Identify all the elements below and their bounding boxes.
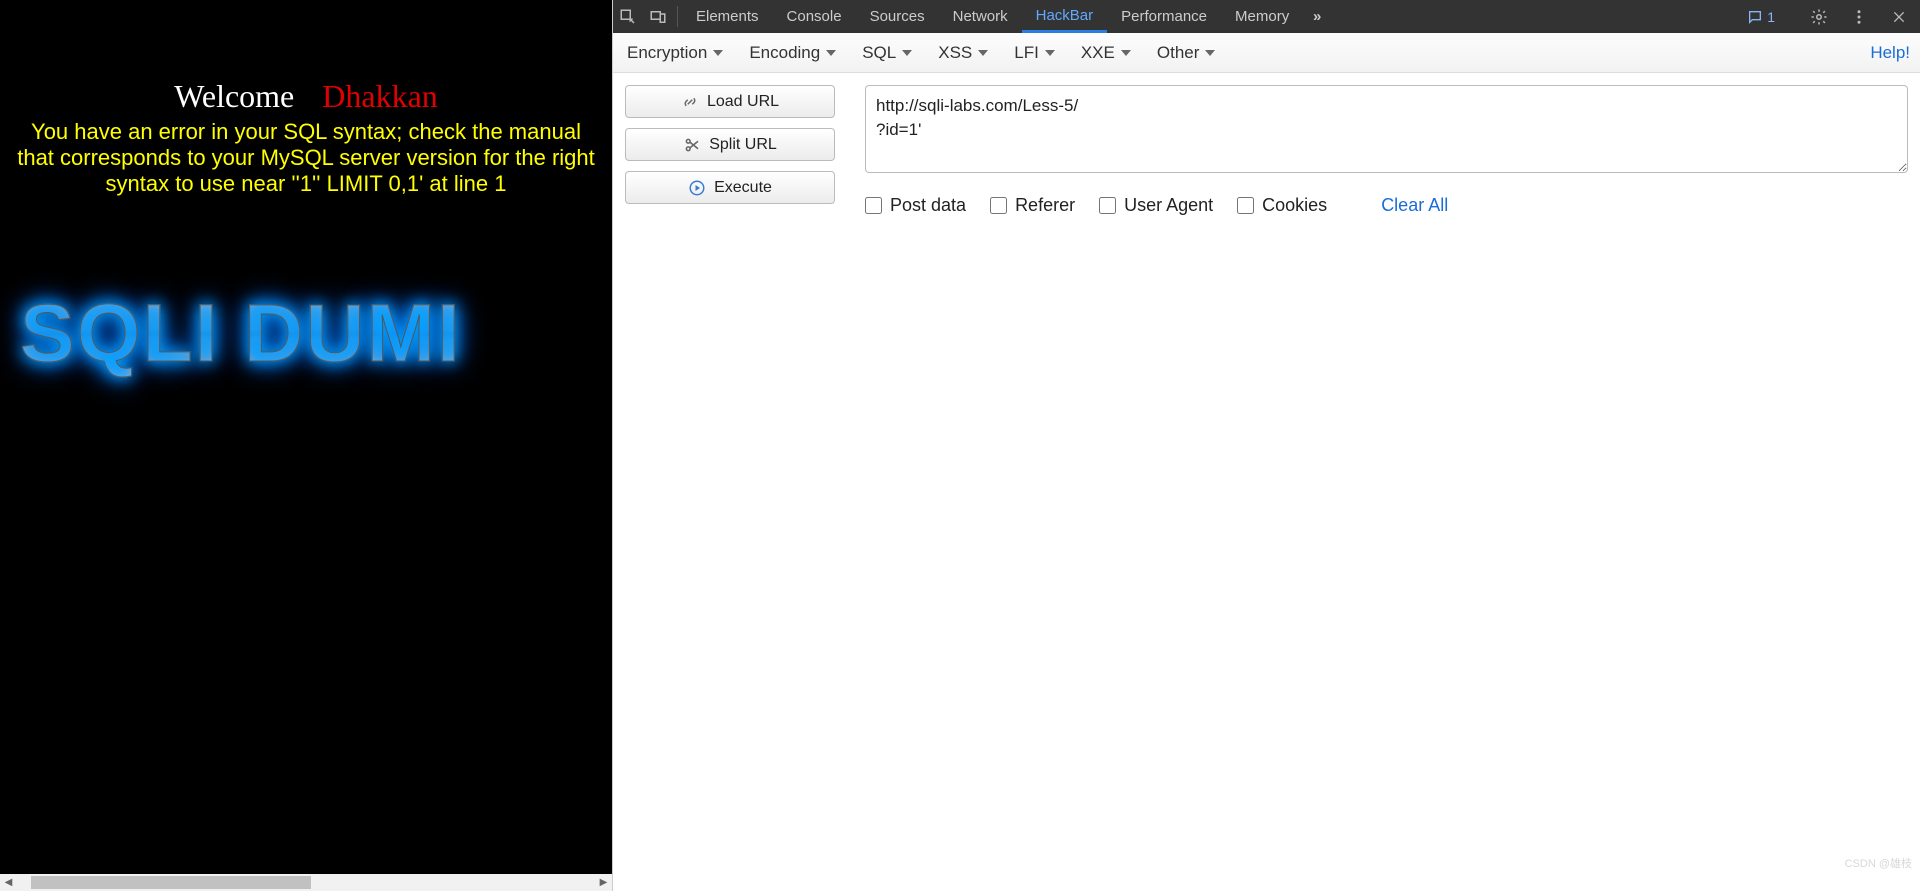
watermark: CSDN @雄枝 [1845,855,1912,871]
chevron-down-icon [902,50,912,56]
menu-xss[interactable]: XSS [934,43,992,63]
chevron-down-icon [826,50,836,56]
rendered-page: Welcome Dhakkan You have an error in you… [0,0,612,891]
menu-xss-label: XSS [938,43,972,63]
menu-encoding-label: Encoding [749,43,820,63]
tab-elements[interactable]: Elements [682,0,773,33]
chain-icon [681,93,699,111]
chevron-down-icon [1045,50,1055,56]
menu-lfi[interactable]: LFI [1010,43,1059,63]
tab-memory[interactable]: Memory [1221,0,1303,33]
scroll-right-arrow-icon[interactable]: ▶ [595,874,612,891]
close-devtools-icon[interactable] [1884,9,1914,25]
cookies-checkbox-input[interactable] [1237,197,1254,214]
execute-button[interactable]: Execute [625,171,835,204]
clear-all-link[interactable]: Clear All [1381,195,1448,216]
tab-sources[interactable]: Sources [856,0,939,33]
chevron-down-icon [1205,50,1215,56]
referer-checkbox[interactable]: Referer [990,195,1075,216]
post-data-checkbox[interactable]: Post data [865,195,966,216]
tab-network[interactable]: Network [939,0,1022,33]
split-url-button[interactable]: Split URL [625,128,835,161]
settings-gear-icon[interactable] [1804,8,1834,26]
hackbar-toolbar: Encryption Encoding SQL XSS LFI XXE Othe… [613,33,1920,73]
referer-label: Referer [1015,195,1075,216]
dhakkan-label: Dhakkan [322,78,438,114]
tabstrip-divider [677,6,678,27]
hackbar-button-column: Load URL Split URL Execute [625,85,835,204]
welcome-heading: Welcome Dhakkan [0,78,612,115]
chevron-down-icon [713,50,723,56]
scroll-track[interactable] [17,874,595,891]
user-agent-checkbox-input[interactable] [1099,197,1116,214]
devtools-tabstrip: Elements Console Sources Network HackBar… [613,0,1920,33]
menu-other-label: Other [1157,43,1200,63]
execute-label: Execute [714,179,772,197]
sql-error-text: You have an error in your SQL syntax; ch… [0,115,612,197]
hackbar-body: Load URL Split URL Execute Post data Ref… [613,73,1920,228]
chevron-down-icon [1121,50,1131,56]
scroll-left-arrow-icon[interactable]: ◀ [0,874,17,891]
tab-hackbar[interactable]: HackBar [1022,0,1108,33]
horizontal-scrollbar[interactable]: ◀ ▶ [0,874,612,891]
options-row: Post data Referer User Agent Cookies Cle… [865,195,1908,216]
scroll-thumb[interactable] [31,876,311,889]
menu-lfi-label: LFI [1014,43,1039,63]
post-data-checkbox-input[interactable] [865,197,882,214]
menu-encryption[interactable]: Encryption [623,43,727,63]
inspect-element-icon[interactable] [613,0,643,33]
cookies-label: Cookies [1262,195,1327,216]
help-link[interactable]: Help! [1870,43,1910,63]
hackbar-right-column: Post data Referer User Agent Cookies Cle… [865,85,1908,216]
menu-xxe[interactable]: XXE [1077,43,1135,63]
user-agent-label: User Agent [1124,195,1213,216]
more-tabs-icon[interactable]: » [1303,0,1331,33]
tab-performance[interactable]: Performance [1107,0,1221,33]
load-url-button[interactable]: Load URL [625,85,835,118]
url-input[interactable] [865,85,1908,173]
post-data-label: Post data [890,195,966,216]
split-url-label: Split URL [709,136,777,154]
device-toolbar-icon[interactable] [643,0,673,33]
chevron-down-icon [978,50,988,56]
sqli-logo: SQLI DUMI [0,287,612,381]
message-icon [1747,9,1763,25]
menu-xxe-label: XXE [1081,43,1115,63]
play-icon [688,179,706,197]
menu-encryption-label: Encryption [627,43,707,63]
cookies-checkbox[interactable]: Cookies [1237,195,1327,216]
menu-sql-label: SQL [862,43,896,63]
scissors-icon [683,136,701,154]
messages-count: 1 [1767,9,1775,25]
messages-indicator[interactable]: 1 [1747,9,1775,25]
referer-checkbox-input[interactable] [990,197,1007,214]
kebab-menu-icon[interactable] [1844,8,1874,26]
load-url-label: Load URL [707,93,779,111]
menu-other[interactable]: Other [1153,43,1220,63]
user-agent-checkbox[interactable]: User Agent [1099,195,1213,216]
welcome-label: Welcome [174,78,294,114]
tab-console[interactable]: Console [773,0,856,33]
devtools-panel: Elements Console Sources Network HackBar… [612,0,1920,891]
menu-encoding[interactable]: Encoding [745,43,840,63]
menu-sql[interactable]: SQL [858,43,916,63]
